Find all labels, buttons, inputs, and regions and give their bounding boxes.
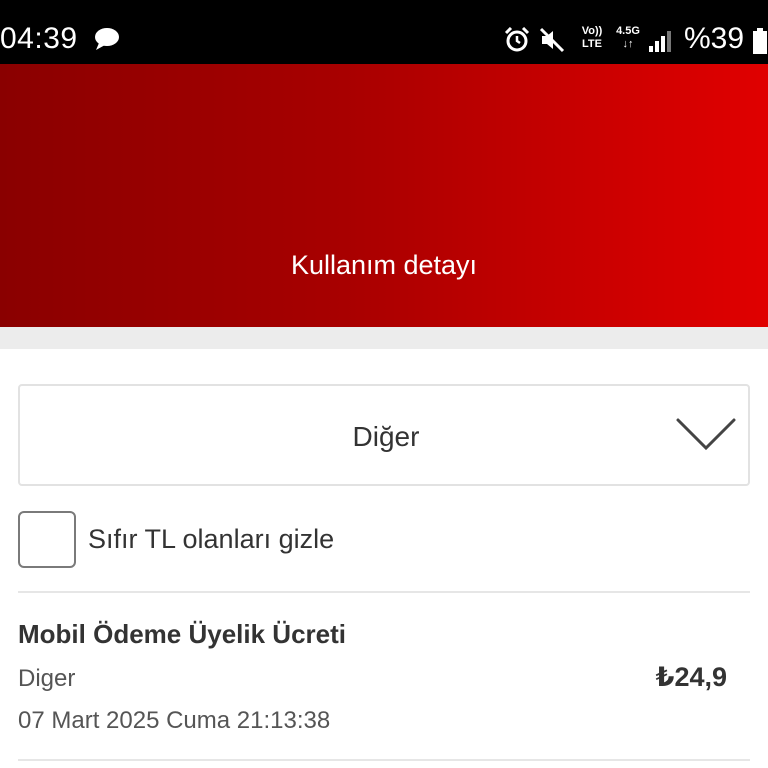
volte-bottom-text: LTE (582, 38, 602, 50)
volte-top-text: Vo)) (581, 25, 603, 37)
category-dropdown[interactable]: Diğer (18, 384, 750, 486)
hide-zero-label[interactable]: Sıfır TL olanları gizle (88, 522, 334, 556)
signal-icon (648, 30, 672, 52)
network-type-text: 4.5G (616, 25, 640, 37)
network-4.5g-icon: 4.5G ↓↑ (612, 25, 644, 55)
header-separator (0, 327, 768, 349)
status-bar: 04:39 Vo)) LTE 4.5G ↓↑ %39 (0, 0, 768, 64)
item-date: 07 Mart 2025 Cuma 21:13:38 (18, 707, 331, 734)
dropdown-selected-value: Diğer (352, 421, 420, 452)
battery-percent: %39 (684, 22, 745, 55)
chevron-down-icon (675, 416, 737, 452)
chat-bubble-icon (93, 27, 121, 51)
item-category: Diger (18, 665, 76, 692)
divider (18, 591, 750, 593)
battery-icon (752, 28, 768, 54)
mute-icon (539, 27, 565, 53)
item-amount: ₺24,9 (655, 662, 727, 692)
page-header: Kullanım detayı (0, 64, 768, 327)
network-activity-text: ↓↑ (622, 38, 634, 50)
divider (18, 759, 750, 761)
status-time: 04:39 (0, 22, 78, 55)
alarm-icon (504, 26, 530, 53)
page-title: Kullanım detayı (290, 250, 478, 280)
item-title: Mobil Ödeme Üyelik Ücreti (18, 619, 346, 649)
volte-icon: Vo)) LTE (578, 25, 606, 55)
hide-zero-checkbox[interactable] (18, 511, 76, 568)
